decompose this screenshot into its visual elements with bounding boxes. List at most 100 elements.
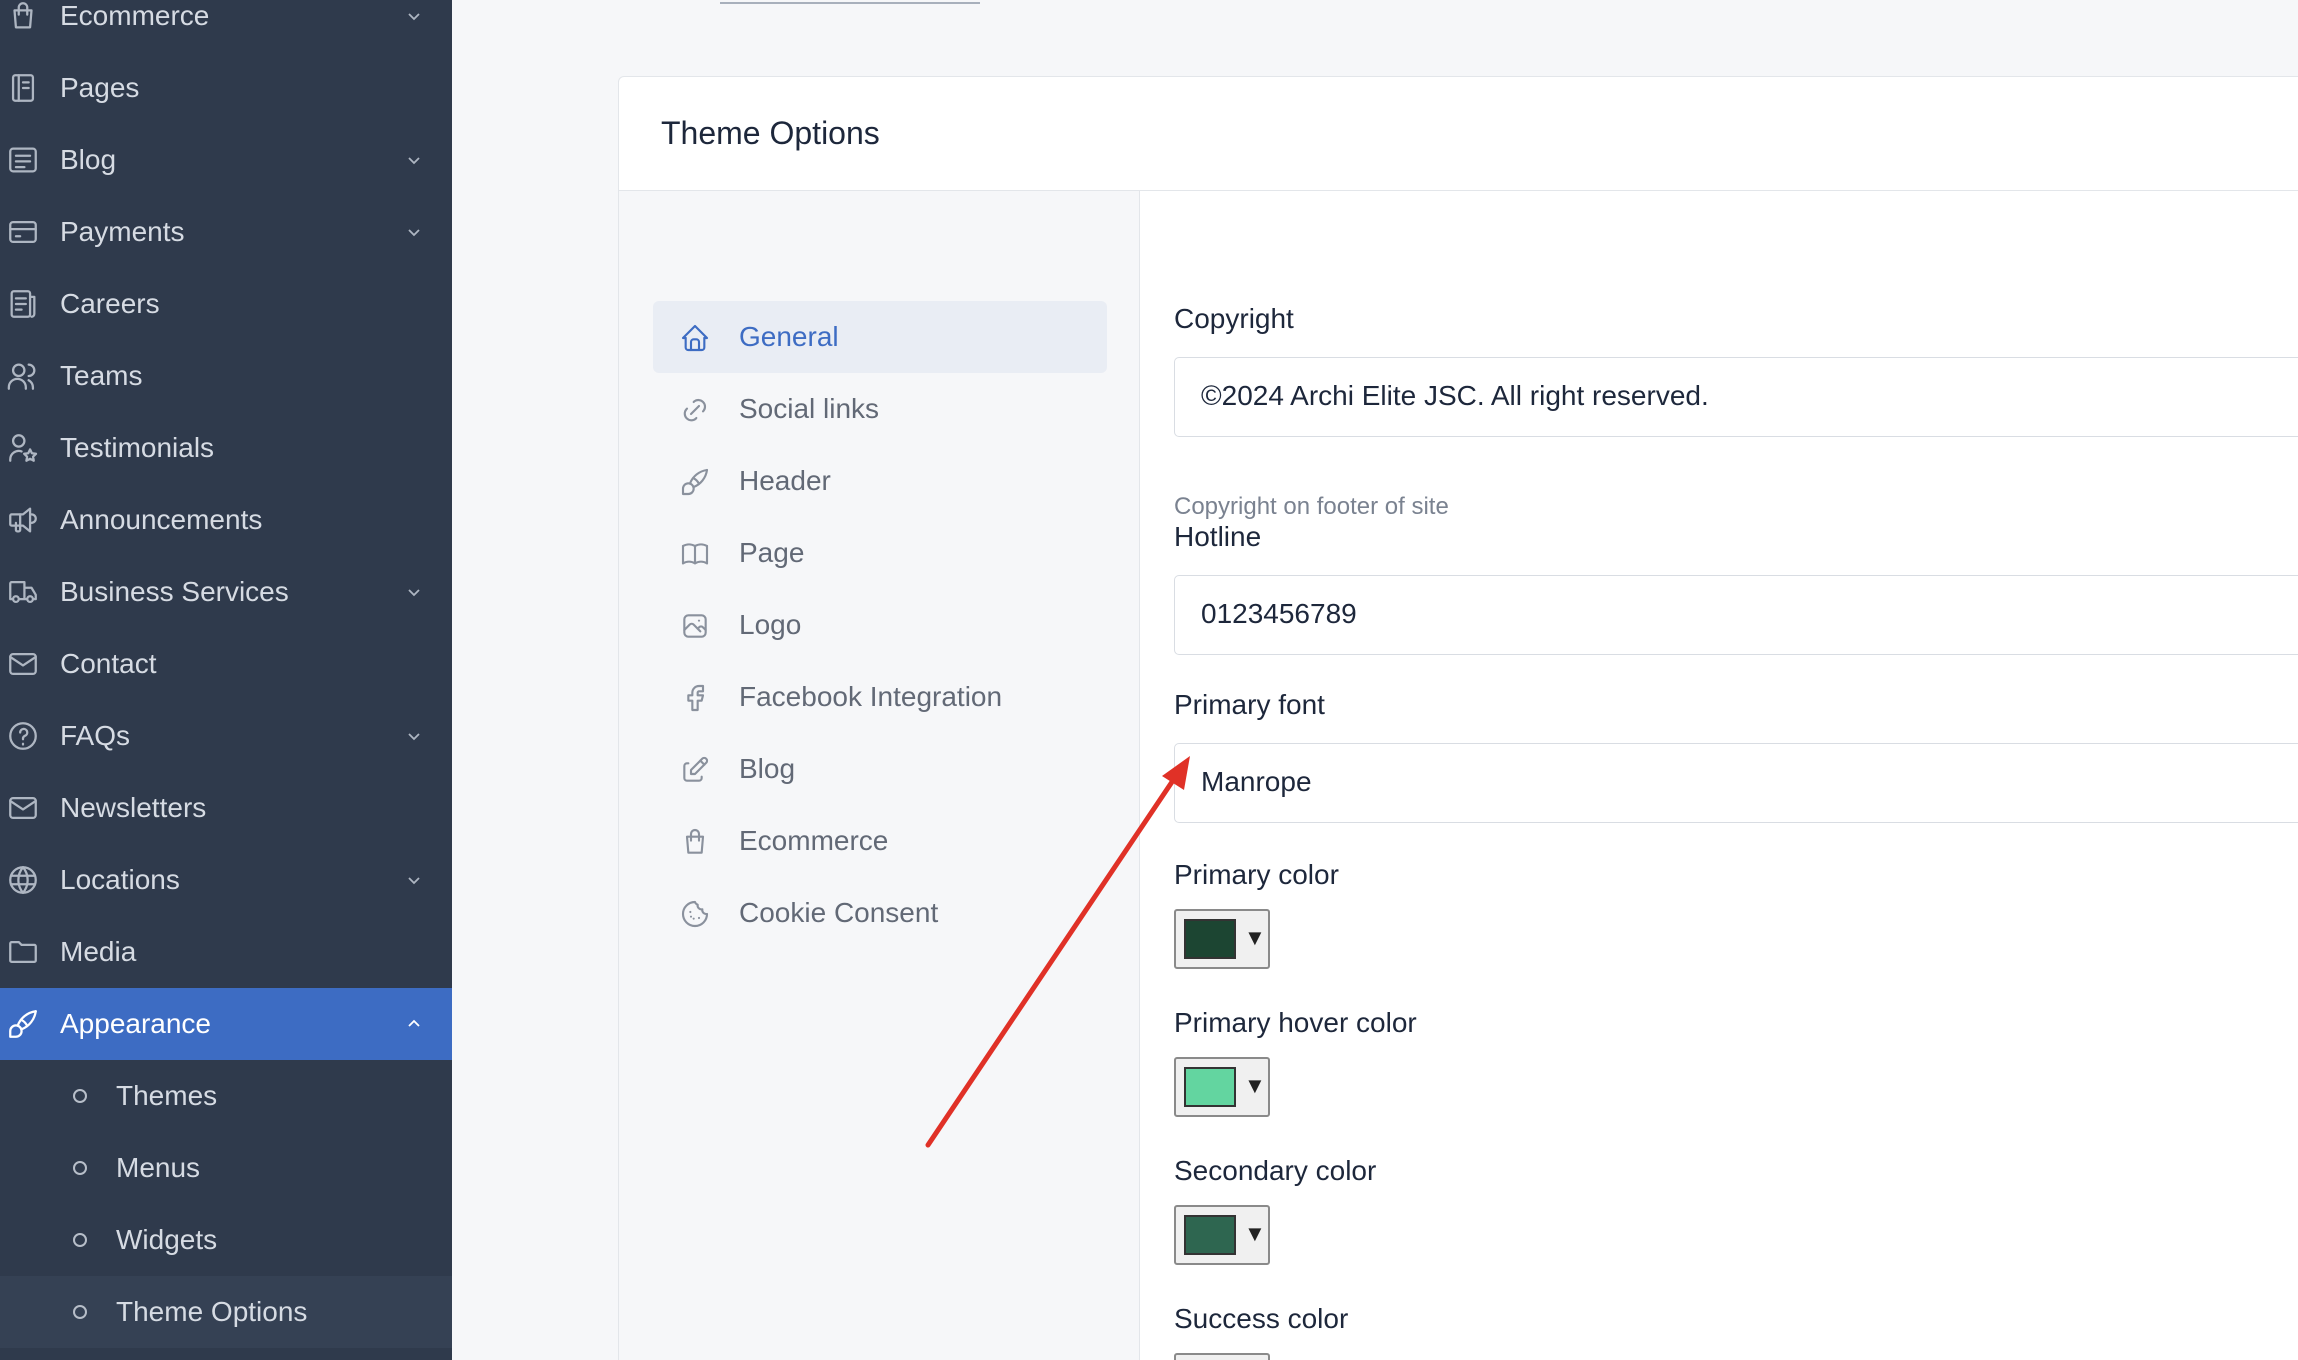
tab-label: Logo [739,609,802,640]
hotline-input[interactable]: 0123456789 [1174,575,2298,655]
sidebar-item-label: Payments [60,216,185,247]
options-tab-list: General Social links Header Page Logo Fa… [619,191,1140,1360]
sidebar-item-label: Teams [60,360,143,391]
sidebar-item-announcements[interactable]: Announcements [0,484,452,556]
tab-label: Cookie Consent [739,897,939,928]
tab-ecommerce[interactable]: Ecommerce [653,805,1107,877]
sidebar-item-payments[interactable]: Payments [0,196,452,268]
hotline-label: Hotline [1174,521,1262,552]
primary-color-label: Primary color [1174,859,1339,890]
color-swatch [1184,919,1236,959]
sidebar-subitem-menus[interactable]: Menus [0,1132,452,1204]
shopping-bag-icon [6,0,40,33]
sidebar-item-label: Testimonials [60,432,215,463]
secondary-color-label: Secondary color [1174,1155,1377,1186]
users-icon [6,359,40,393]
sidebar-subitem-label: Theme Options [116,1296,308,1327]
secondary-color-picker[interactable]: ▼ [1174,1205,1270,1265]
tab-cookie-consent[interactable]: Cookie Consent [653,877,1107,949]
chevron-down-icon [404,150,424,170]
file-text-icon [6,287,40,321]
cookie-icon [679,898,711,930]
tab-page[interactable]: Page [653,517,1107,589]
sidebar-item-pages[interactable]: Pages [0,52,452,124]
book-icon [679,538,711,570]
dropdown-arrow-icon: ▼ [1244,1221,1266,1246]
theme-options-card: Theme Options General Social links Heade… [618,76,2298,1360]
tab-logo[interactable]: Logo [653,589,1107,661]
sidebar-subitem-label: Menus [116,1152,201,1183]
tab-label: Ecommerce [739,825,889,856]
sidebar-item-testimonials[interactable]: Testimonials [0,412,452,484]
color-swatch [1184,1067,1236,1107]
tab-blog[interactable]: Blog [653,733,1107,805]
sidebar-item-newsletters[interactable]: Newsletters [0,772,452,844]
card-header: Theme Options [619,77,2298,191]
sidebar-item-label: Announcements [60,504,263,535]
copyright-input[interactable]: ©2024 Archi Elite JSC. All right reserve… [1174,357,2298,437]
sidebar-item-careers[interactable]: Careers [0,268,452,340]
tab-social-links[interactable]: Social links [653,373,1107,445]
photo-icon [679,610,711,642]
edit-icon [679,754,711,786]
sidebar-item-label: Newsletters [60,792,207,823]
mail-icon [6,647,40,681]
truck-icon [6,575,40,609]
user-star-icon [6,431,40,465]
dropdown-arrow-icon: ▼ [1244,1073,1266,1098]
chevron-down-icon [404,6,424,26]
sidebar: Ecommerce Pages Blog Payments Careers Te… [0,0,452,1360]
chevron-up-icon [404,1014,424,1034]
sidebar-item-faqs[interactable]: FAQs [0,700,452,772]
tab-label: Page [739,537,805,568]
sidebar-subitem-theme-options[interactable]: Theme Options [0,1276,452,1348]
sidebar-subitem-widgets[interactable]: Widgets [0,1204,452,1276]
breadcrumb [720,0,980,4]
sidebar-item-label: FAQs [60,720,131,751]
tab-label: Facebook Integration [739,681,1003,712]
sidebar-item-blog[interactable]: Blog [0,124,452,196]
tab-label: Blog [739,753,796,784]
tab-label: Social links [739,393,880,424]
sidebar-item-label: Contact [60,648,157,679]
home-icon [679,322,711,354]
primary-font-label: Primary font [1174,689,1325,720]
help-circle-icon [6,719,40,753]
primary-font-select[interactable]: Manrope [1174,743,2298,823]
chevron-down-icon [404,582,424,602]
tab-label: Header [739,465,831,496]
bullet-icon [73,1305,87,1319]
notebook-icon [6,71,40,105]
page-title: Theme Options [661,115,880,151]
sidebar-item-ecommerce[interactable]: Ecommerce [0,0,452,52]
color-swatch [1184,1215,1236,1255]
sidebar-item-label: Locations [60,864,180,895]
primary-hover-color-label: Primary hover color [1174,1007,1417,1038]
sidebar-item-locations[interactable]: Locations [0,844,452,916]
success-color-picker[interactable]: ▼ [1174,1353,1270,1360]
sidebar-subitem-themes[interactable]: Themes [0,1060,452,1132]
sidebar-item-teams[interactable]: Teams [0,340,452,412]
sidebar-item-label: Careers [60,288,160,319]
tab-header[interactable]: Header [653,445,1107,517]
sidebar-item-business-services[interactable]: Business Services [0,556,452,628]
mail-icon [6,791,40,825]
success-color-label: Success color [1174,1303,1349,1334]
sidebar-item-label: Media [60,936,137,967]
sidebar-item-label: Business Services [60,576,289,607]
speakerphone-icon [6,503,40,537]
facebook-icon [679,682,711,714]
brush-icon [6,1007,40,1041]
tab-facebook-integration[interactable]: Facebook Integration [653,661,1107,733]
primary-color-picker[interactable]: ▼ [1174,909,1270,969]
link-icon [679,394,711,426]
shopping-bag-icon [679,826,711,858]
primary-hover-color-picker[interactable]: ▼ [1174,1057,1270,1117]
sidebar-item-label: Appearance [60,1008,212,1039]
bullet-icon [73,1161,87,1175]
tab-general[interactable]: General [653,301,1107,373]
sidebar-item-contact[interactable]: Contact [0,628,452,700]
chevron-down-icon [404,726,424,746]
sidebar-item-media[interactable]: Media [0,916,452,988]
sidebar-item-appearance[interactable]: Appearance [0,988,452,1060]
